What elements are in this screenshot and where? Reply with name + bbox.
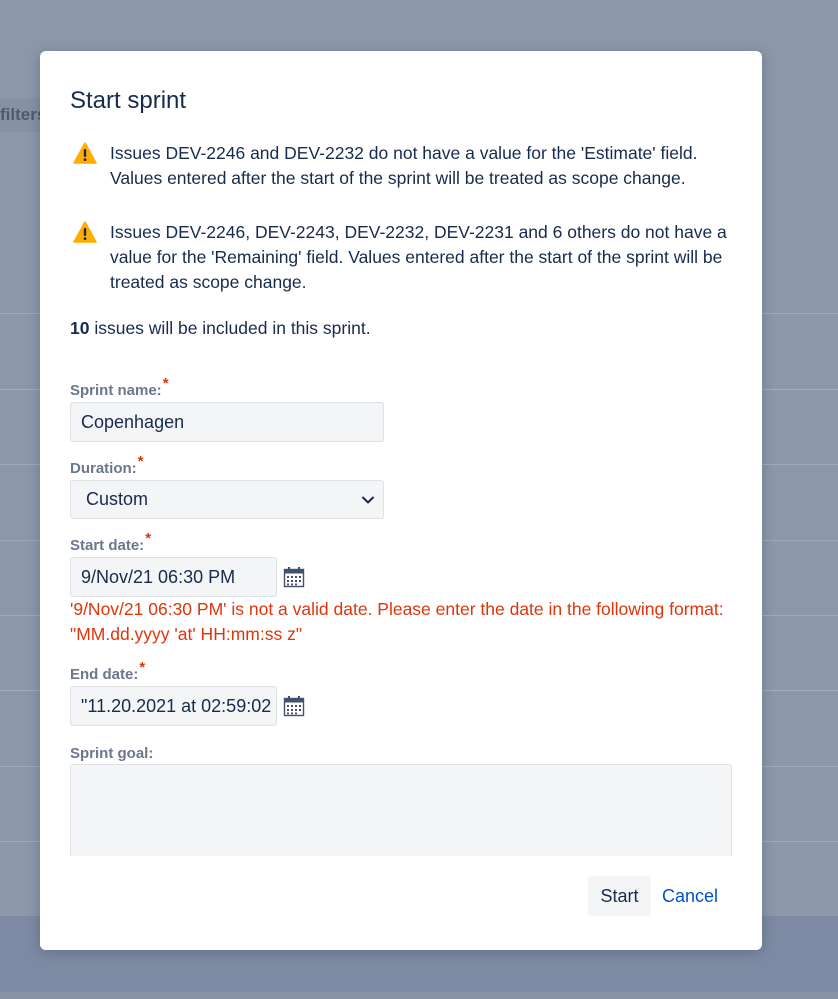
required-marker: * bbox=[145, 530, 152, 547]
start-date-input[interactable]: 9/Nov/21 06:30 PM bbox=[70, 557, 277, 597]
duration-select[interactable]: Custom bbox=[70, 480, 384, 519]
required-marker: * bbox=[137, 453, 144, 470]
end-date-input[interactable]: "11.20.2021 at 02:59:02 bbox=[70, 686, 277, 726]
cancel-button[interactable]: Cancel bbox=[658, 876, 722, 916]
sprint-goal-label: Sprint goal: bbox=[70, 745, 154, 762]
start-button[interactable]: Start bbox=[588, 876, 651, 916]
sprint-name-input[interactable] bbox=[70, 402, 384, 442]
warning-message: Issues DEV-2246 and DEV-2232 do not have… bbox=[110, 143, 698, 188]
issue-count: 10 bbox=[70, 318, 90, 338]
required-marker: * bbox=[139, 659, 146, 676]
dialog-title: Start sprint bbox=[70, 87, 187, 114]
calendar-icon[interactable] bbox=[283, 566, 305, 588]
dialog-footer bbox=[40, 856, 762, 950]
background-footer-edge bbox=[0, 992, 838, 999]
remaining-warning: Issues DEV-2246, DEV-2243, DEV-2232, DEV… bbox=[70, 220, 740, 295]
start-date-error: '9/Nov/21 06:30 PM' is not a valid date.… bbox=[70, 599, 724, 644]
end-date-label: End date:* bbox=[70, 659, 146, 683]
duration-selected-value: Custom bbox=[86, 489, 149, 509]
calendar-icon[interactable] bbox=[283, 695, 305, 717]
required-marker: * bbox=[162, 375, 169, 392]
warning-message: Issues DEV-2246, DEV-2243, DEV-2232, DEV… bbox=[110, 222, 727, 292]
warning-icon bbox=[73, 221, 97, 243]
warning-icon bbox=[73, 142, 97, 164]
chevron-down-icon bbox=[362, 496, 374, 504]
estimate-warning: Issues DEV-2246 and DEV-2232 do not have… bbox=[70, 141, 740, 191]
duration-label: Duration:* bbox=[70, 453, 144, 477]
issue-count-suffix: issues will be included in this sprint. bbox=[89, 318, 371, 338]
start-date-label: Start date:* bbox=[70, 530, 152, 554]
sprint-name-label: Sprint name:* bbox=[70, 375, 169, 399]
start-sprint-dialog: Start sprint Issues DEV-2246 and DEV-223… bbox=[40, 51, 762, 950]
issue-count-text: 10 issues will be included in this sprin… bbox=[70, 318, 371, 339]
